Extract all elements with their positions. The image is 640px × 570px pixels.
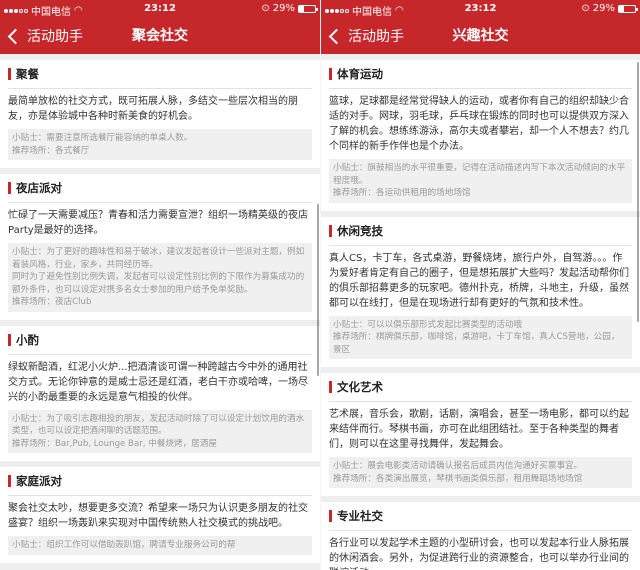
card-description: 各行业可以发起学术主题的小型研讨会，也可以发起本行业人脉拓展的休闲酒会。另外，为… <box>329 538 629 570</box>
battery-icon <box>618 4 638 13</box>
accent-bar <box>329 381 332 393</box>
accent-bar <box>8 68 11 80</box>
card-description: 艺术展，音乐会，歌剧，话剧，演唱会，甚至一场电影，都可以约起来结伴而行。琴棋书画… <box>329 409 629 450</box>
accent-bar <box>8 333 11 346</box>
back-label: 活动助手 <box>348 29 404 45</box>
back-button[interactable]: 活动助手 <box>6 18 83 54</box>
activity-card[interactable]: 夜店派对忙碌了一天需要减压？青春和活力需要宣泄？组织一场精英级的夜店Party是… <box>0 174 320 320</box>
activity-card[interactable]: 家庭派对聚会社交太吵，想要更多交流？希望来一场只为认识更多朋友的社交盛宴？组织一… <box>0 467 320 563</box>
card-header: 文化艺术 <box>329 379 632 402</box>
card-description: 绿蚁新醅酒，红泥小火炉...把酒清谈可谓一种跨越古今中外的通用社交方式。无论你钟… <box>8 361 308 403</box>
card-title: 休闲竞技 <box>337 223 383 238</box>
status-bar: 中国电信 ◠ 23:12 ⊙ 29% <box>321 0 640 18</box>
tips-box: 小贴士：为了更好的趣味性和易于破冰，建议发起者设计一些派对主题，例如着装风格，行… <box>8 243 312 312</box>
tip-line: 推荐场所：各类演出展览，琴棋书画类俱乐部，租用舞蹈场地场馆 <box>333 473 583 484</box>
back-button[interactable]: 活动助手 <box>327 18 404 54</box>
card-title: 体育运动 <box>337 67 383 81</box>
tip-line: 小贴士：组织工作可以借助轰趴馆，聘请专业服务公司的帮 <box>12 540 236 550</box>
card-header: 聚餐 <box>8 66 312 89</box>
accent-bar <box>8 182 11 194</box>
lock-rotation-icon: ⊙ <box>581 3 590 14</box>
tips-box: 小贴士：展会电影类活动请确认报名后成员内信沟通好买票事宜。 推荐场所：各类演出展览… <box>329 457 632 488</box>
card-header: 休闲竞技 <box>329 223 632 246</box>
tips-box: 小贴士：可以以俱乐部形式发起比赛类型的活动哦推荐场所：棋牌俱乐部，咖啡馆，桌游吧… <box>329 315 632 359</box>
scrollbar[interactable] <box>636 62 639 322</box>
tips-box: 小贴士：需要注意所选餐厅能容纳的单桌人数。 推荐场所：各式餐厅 <box>8 129 312 160</box>
accent-bar <box>329 224 332 237</box>
card-title: 夜店派对 <box>16 181 62 195</box>
card-header: 夜店派对 <box>8 180 312 203</box>
card-description: 篮球，足球都是经常觉得缺人的运动，或者你有自己的组织却缺少合适的对手。网球，羽毛… <box>329 96 629 152</box>
tip-line: 推荐场所：各运动供租用的场地场馆 <box>333 188 471 198</box>
activity-list[interactable]: 聚餐最简单放松的社交方式，既可拓展人脉，多结交一些层次相当的朋友，亦是体验城中各… <box>0 54 320 570</box>
card-description: 真人CS，卡丁车，各式桌游，野餐烧烤，旅行户外，自驾游。。。作为爱好者肯定有自己… <box>329 252 629 309</box>
activity-card[interactable]: 聚餐最简单放松的社交方式，既可拓展人脉，多结交一些层次相当的朋友，亦是体验城中各… <box>0 60 320 168</box>
nav-bar: 活动助手 兴趣社交 <box>321 18 640 54</box>
tip-line: 小贴士：旗鼓相当的水平很重要，记得在活动描述内写下本次活动倾向的水平程度哦。 <box>333 163 626 186</box>
card-description: 最简单放松的社交方式，既可拓展人脉，多结交一些层次相当的朋友，亦是体验城中各种时… <box>8 96 298 122</box>
activity-card[interactable]: 小酌绿蚁新醅酒，红泥小火炉...把酒清谈可谓一种跨越古今中外的通用社交方式。无论… <box>0 325 320 461</box>
tips-box: 小贴士：为了吸引志趣相投的朋友，发起活动时除了可以设定计划饮用的酒水类型，也可以… <box>8 409 312 453</box>
card-title: 家庭派对 <box>16 474 62 488</box>
tip-line: 小贴士：需要注意所选餐厅能容纳的单桌人数。 <box>12 133 193 143</box>
activity-list[interactable]: 体育运动篮球，足球都是经常觉得缺人的运动，或者你有自己的组织却缺少合适的对手。网… <box>321 54 640 570</box>
chevron-left-icon <box>7 28 24 44</box>
card-header: 专业社交 <box>329 508 632 531</box>
chevron-left-icon <box>328 28 345 44</box>
card-description: 聚会社交太吵，想要更多交流？希望来一场只为认识更多朋友的社交盛宴？组织一场轰趴来… <box>8 503 308 529</box>
tip-line: 小贴士：可以以俱乐部形式发起比赛类型的活动哦 <box>333 319 523 330</box>
tip-line: 小贴士：展会电影类活动请确认报名后成员内信沟通好买票事宜。 <box>333 461 583 471</box>
battery-icon <box>298 4 318 13</box>
activity-card[interactable]: 体育运动篮球，足球都是经常觉得缺人的运动，或者你有自己的组织却缺少合适的对手。网… <box>321 60 640 211</box>
accent-bar <box>329 68 332 80</box>
tip-line: 推荐场所：棋牌俱乐部，咖啡馆，桌游吧，卡丁车馆，真人CS营地，公园，景区 <box>333 332 620 355</box>
activity-card[interactable]: 文化艺术艺术展，音乐会，歌剧，话剧，演唱会，甚至一场电影，都可以约起来结伴而行。… <box>321 373 640 496</box>
battery-percent: 29% <box>272 3 295 14</box>
tip-line: 同时为了避免性别比例失调，发起者可以设定性别比例的下限作为募集成功的额外条件，也… <box>12 272 305 295</box>
back-label: 活动助手 <box>27 29 83 45</box>
card-title: 文化艺术 <box>337 380 383 394</box>
tip-line: 推荐场所：Bar,Pub, Lounge Bar, 中餐烧烤，居酒屋 <box>12 438 217 449</box>
tips-box: 小贴士：旗鼓相当的水平很重要，记得在活动描述内写下本次活动倾向的水平程度哦。推荐… <box>329 159 632 203</box>
tip-line: 推荐场所：夜店Club <box>12 297 92 307</box>
lock-rotation-icon: ⊙ <box>261 3 270 14</box>
screen-social-gathering: 中国电信 ◠ 23:12 ⊙ 29% 活动助手 聚会社交 聚餐最简单放松的社交方… <box>0 0 320 570</box>
card-header: 家庭派对 <box>8 473 312 496</box>
nav-bar: 活动助手 聚会社交 <box>0 18 320 54</box>
status-bar: 中国电信 ◠ 23:12 ⊙ 29% <box>0 0 320 18</box>
screen-interest-social: 中国电信 ◠ 23:12 ⊙ 29% 活动助手 兴趣社交 体育运动篮球，足球都是… <box>320 0 640 570</box>
tip-line: 小贴士：为了吸引志趣相投的朋友，发起活动时除了可以设定计划饮用的酒水类型，也可以… <box>12 413 305 437</box>
accent-bar <box>8 475 11 487</box>
card-header: 小酌 <box>8 332 312 355</box>
card-title: 专业社交 <box>337 509 383 523</box>
scrollbar[interactable] <box>316 204 319 376</box>
activity-card[interactable]: 专业社交各行业可以发起学术主题的小型研讨会，也可以发起本行业人脉拓展的休闲酒会。… <box>321 502 640 570</box>
tip-line: 推荐场所：各式餐厅 <box>12 145 90 156</box>
activity-card[interactable]: 休闲竞技真人CS，卡丁车，各式桌游，野餐烧烤，旅行户外，自驾游。。。作为爱好者肯… <box>321 216 640 367</box>
tips-box: 小贴士：组织工作可以借助轰趴馆，聘请专业服务公司的帮 <box>8 536 312 555</box>
card-description: 忙碌了一天需要减压？青春和活力需要宣泄？组织一场精英级的夜店Party是最好的选… <box>8 210 308 236</box>
card-title: 小酌 <box>16 332 39 347</box>
card-title: 聚餐 <box>16 67 39 81</box>
card-header: 体育运动 <box>329 66 632 89</box>
accent-bar <box>329 510 332 522</box>
tip-line: 小贴士：为了更好的趣味性和易于破冰，建议发起者设计一些派对主题，例如着装风格，行… <box>12 247 305 270</box>
battery-percent: 29% <box>592 3 615 14</box>
